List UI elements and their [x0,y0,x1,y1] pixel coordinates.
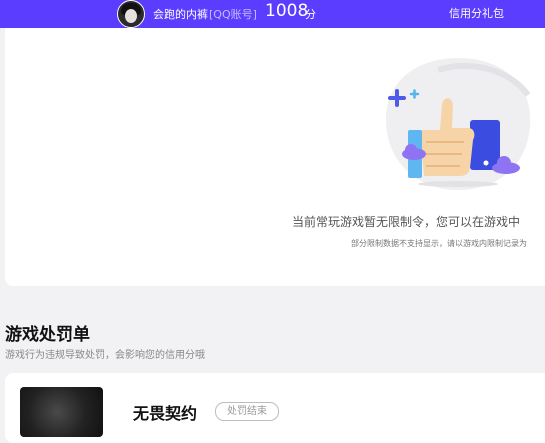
thumbs-up-illustration-icon [386,58,531,190]
section-description: 游戏行为违规导致处罚，会影响您的信用分哦 [5,350,205,361]
status-badge: 处罚结束 [215,402,279,421]
restriction-message: 当前常玩游戏暂无限制令，您可以在游戏中 [292,215,521,229]
avatar-face [125,9,137,23]
avatar[interactable] [117,0,145,28]
account-type: [QQ账号] [209,8,257,21]
game-thumbnail [20,387,103,437]
game-name: 无畏契约 [133,404,198,423]
credit-gift-link[interactable]: 信用分礼包 [449,5,504,21]
top-bar: 会跑的内裤 [QQ账号] 1008 分 信用分礼包 [0,0,545,28]
section-title: 游戏处罚单 [5,325,90,345]
credit-score: 1008 [265,1,309,21]
user-nickname: 会跑的内裤 [153,8,208,21]
credit-score-unit: 分 [305,8,316,21]
restriction-note: 部分限制数据不支持显示，请以游戏内限制记录为 [351,239,527,248]
